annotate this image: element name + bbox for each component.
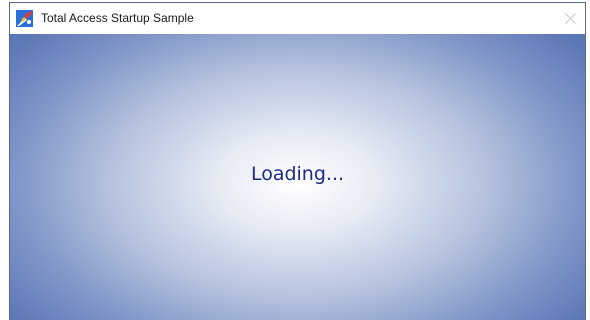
title-bar[interactable]: Total Access Startup Sample — [10, 3, 585, 34]
app-window: Total Access Startup Sample Loading... — [9, 2, 586, 320]
window-title: Total Access Startup Sample — [41, 11, 194, 25]
loading-status-text: Loading... — [250, 163, 345, 185]
close-button[interactable] — [555, 3, 585, 34]
close-icon — [564, 13, 576, 24]
app-icon — [16, 10, 33, 27]
splash-panel: Loading... — [10, 34, 585, 320]
